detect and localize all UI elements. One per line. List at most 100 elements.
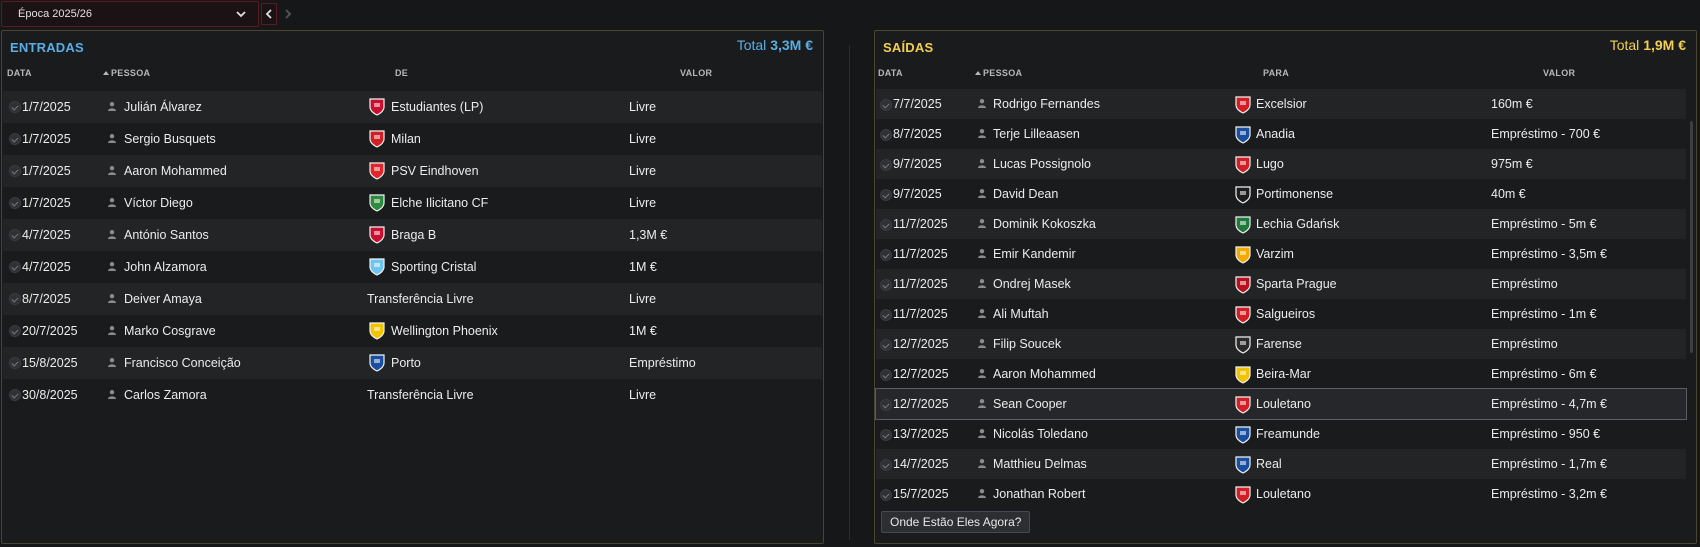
table-row[interactable]: 8/7/2025 Deiver Amaya Transferência Livre L…: [3, 283, 822, 315]
row-club[interactable]: Louletano: [1256, 389, 1311, 419]
table-row[interactable]: 12/7/2025 Filip Soucek Farense Empréstimo: [876, 329, 1686, 359]
row-person[interactable]: Carlos Zamora: [124, 379, 207, 411]
table-row[interactable]: 11/7/2025 Ali Muftah Salgueiros Empréstimo …: [876, 299, 1686, 329]
row-club[interactable]: Lugo: [1256, 149, 1284, 179]
table-row[interactable]: 8/7/2025 Terje Lilleaasen Anadia Empréstimo…: [876, 119, 1686, 149]
table-row[interactable]: 20/7/2025 Marko Cosgrave Wellington Phoeni…: [3, 315, 822, 347]
person-icon-wrap: [107, 219, 117, 251]
row-club[interactable]: Freamunde: [1256, 419, 1320, 449]
row-club[interactable]: Real: [1256, 449, 1282, 479]
season-dropdown[interactable]: Época 2025/26: [1, 1, 259, 27]
row-person[interactable]: Emir Kandemir: [993, 239, 1076, 269]
row-club[interactable]: Estudiantes (LP): [391, 91, 483, 123]
row-person[interactable]: Dominik Kokoszka: [993, 209, 1096, 239]
row-club[interactable]: Beira-Mar: [1256, 359, 1311, 389]
row-person[interactable]: António Santos: [124, 219, 209, 251]
row-club[interactable]: Farense: [1256, 329, 1302, 359]
check-icon: [9, 325, 21, 337]
row-person[interactable]: John Alzamora: [124, 251, 207, 283]
where-are-they-now-button[interactable]: Onde Estão Eles Agora?: [881, 511, 1031, 533]
saidas-list: 7/7/2025 Rodrigo Fernandes Excelsior 160m €…: [875, 89, 1687, 509]
row-person[interactable]: Matthieu Delmas: [993, 449, 1087, 479]
row-club[interactable]: Milan: [391, 123, 421, 155]
row-person[interactable]: Terje Lilleaasen: [993, 119, 1080, 149]
row-person[interactable]: Francisco Conceição: [124, 347, 241, 379]
table-row[interactable]: 11/7/2025 Ondrej Masek Sparta Prague Emprés…: [876, 269, 1686, 299]
row-person[interactable]: Filip Soucek: [993, 329, 1061, 359]
row-club[interactable]: Excelsior: [1256, 89, 1307, 119]
row-person[interactable]: Deiver Amaya: [124, 283, 202, 315]
row-person[interactable]: Nicolás Toledano: [993, 419, 1088, 449]
row-date: 12/7/2025: [893, 367, 949, 381]
saidas-column-headers: DATA PESSOA PARA VALOR: [875, 64, 1696, 84]
row-club[interactable]: Braga B: [391, 219, 436, 251]
table-row[interactable]: 12/7/2025 Sean Cooper Louletano Empréstimo …: [875, 388, 1687, 420]
table-row[interactable]: 1/7/2025 Julián Álvarez Estudiantes (LP) Li…: [3, 91, 822, 123]
table-row[interactable]: 1/7/2025 Aaron Mohammed PSV Eindhoven Livre: [3, 155, 822, 187]
row-club[interactable]: Lechia Gdańsk: [1256, 209, 1339, 239]
next-season-button[interactable]: [280, 3, 296, 25]
row-person[interactable]: Rodrigo Fernandes: [993, 89, 1100, 119]
table-row[interactable]: 15/8/2025 Francisco Conceição Porto Emprést…: [3, 347, 822, 379]
row-club[interactable]: Portimonense: [1256, 179, 1333, 209]
row-person[interactable]: Marko Cosgrave: [124, 315, 216, 347]
table-row[interactable]: 30/8/2025 Carlos Zamora Transferência Livr…: [3, 379, 822, 411]
table-row[interactable]: 1/7/2025 Víctor Diego Elche Ilicitano CF Li…: [3, 187, 822, 219]
row-club[interactable]: Sparta Prague: [1256, 269, 1337, 299]
entradas-total: Total 3,3M €: [737, 37, 813, 53]
table-row[interactable]: 15/7/2025 Jonathan Robert Louletano Emprést…: [876, 479, 1686, 509]
previous-season-button[interactable]: [261, 3, 277, 25]
row-club[interactable]: Wellington Phoenix: [391, 315, 498, 347]
column-to[interactable]: PARA: [1263, 68, 1289, 78]
table-row[interactable]: 1/7/2025 Sergio Busquets Milan Livre: [3, 123, 822, 155]
chevron-right-icon: [285, 9, 292, 19]
row-date: 1/7/2025: [22, 100, 71, 114]
row-club[interactable]: Sporting Cristal: [391, 251, 476, 283]
row-person[interactable]: Aaron Mohammed: [993, 359, 1096, 389]
table-row[interactable]: 12/7/2025 Aaron Mohammed Beira-Mar Emprésti…: [876, 359, 1686, 389]
column-person[interactable]: PESSOA: [975, 68, 1022, 78]
table-row[interactable]: 9/7/2025 Lucas Possignolo Lugo 975m €: [876, 149, 1686, 179]
person-icon-wrap: [977, 299, 987, 329]
row-person[interactable]: Ondrej Masek: [993, 269, 1071, 299]
column-value[interactable]: VALOR: [680, 68, 712, 78]
row-value: Empréstimo - 3,5m €: [1491, 247, 1608, 261]
table-row[interactable]: 13/7/2025 Nicolás Toledano Freamunde Emprés…: [876, 419, 1686, 449]
person-icon: [108, 390, 116, 399]
column-value[interactable]: VALOR: [1543, 68, 1575, 78]
column-date[interactable]: DATA: [878, 68, 903, 78]
column-from[interactable]: DE: [395, 68, 408, 78]
sort-asc-icon: [103, 71, 109, 75]
row-person[interactable]: Sergio Busquets: [124, 123, 216, 155]
person-icon: [108, 102, 116, 111]
row-person[interactable]: Lucas Possignolo: [993, 149, 1091, 179]
row-club[interactable]: Porto: [391, 347, 421, 379]
table-row[interactable]: 7/7/2025 Rodrigo Fernandes Excelsior 160m €: [876, 89, 1686, 119]
table-row[interactable]: 11/7/2025 Dominik Kokoszka Lechia Gdańsk Em…: [876, 209, 1686, 239]
person-icon-wrap: [977, 389, 987, 419]
column-person[interactable]: PESSOA: [103, 68, 150, 78]
row-person[interactable]: Ali Muftah: [993, 299, 1049, 329]
table-row[interactable]: 4/7/2025 António Santos Braga B 1,3M €: [3, 219, 822, 251]
row-date: 4/7/2025: [22, 228, 71, 242]
row-club[interactable]: Anadia: [1256, 119, 1295, 149]
scrollbar[interactable]: [1690, 121, 1693, 353]
row-club[interactable]: Salgueiros: [1256, 299, 1315, 329]
row-person[interactable]: David Dean: [993, 179, 1058, 209]
table-row[interactable]: 9/7/2025 David Dean Portimonense 40m €: [876, 179, 1686, 209]
row-person[interactable]: Aaron Mohammed: [124, 155, 227, 187]
table-row[interactable]: 14/7/2025 Matthieu Delmas Real Empréstimo -…: [876, 449, 1686, 479]
check-icon: [880, 219, 892, 231]
club-crest-icon: [1233, 335, 1253, 355]
row-club[interactable]: Elche Ilicitano CF: [391, 187, 488, 219]
table-row[interactable]: 11/7/2025 Emir Kandemir Varzim Empréstimo -…: [876, 239, 1686, 269]
column-date[interactable]: DATA: [7, 68, 32, 78]
row-club[interactable]: Louletano: [1256, 479, 1311, 509]
row-club[interactable]: PSV Eindhoven: [391, 155, 479, 187]
row-person[interactable]: Sean Cooper: [993, 389, 1067, 419]
row-person[interactable]: Víctor Diego: [124, 187, 193, 219]
row-person[interactable]: Jonathan Robert: [993, 479, 1085, 509]
table-row[interactable]: 4/7/2025 John Alzamora Sporting Cristal 1M …: [3, 251, 822, 283]
row-person[interactable]: Julián Álvarez: [124, 91, 202, 123]
row-club[interactable]: Varzim: [1256, 239, 1294, 269]
